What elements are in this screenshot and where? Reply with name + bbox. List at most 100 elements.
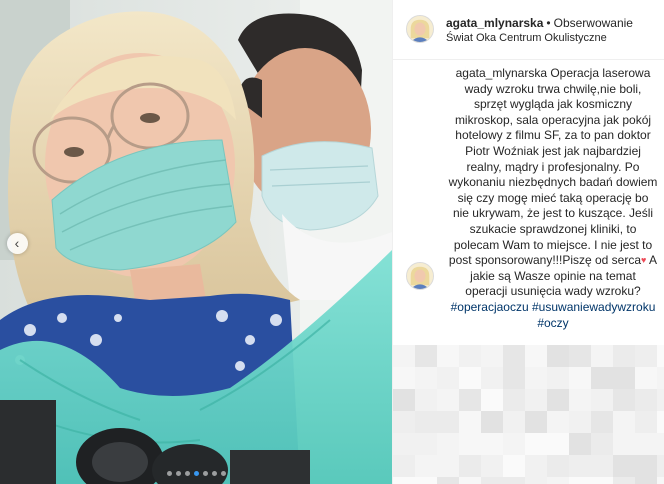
pixelated-block (481, 411, 503, 433)
carousel-indicator (0, 471, 392, 476)
pixelated-block (635, 367, 657, 389)
pixelated-block (525, 389, 547, 411)
pixelated-block (613, 477, 635, 484)
pixelated-block (481, 345, 503, 367)
caption-avatar-icon[interactable] (406, 262, 434, 290)
pixelated-block (635, 345, 657, 367)
pixelated-block (503, 367, 525, 389)
pixelated-block (569, 367, 591, 389)
post-caption: agata_mlynarska Operacja laserowa wady w… (448, 66, 658, 331)
header-user-line: agata_mlynarska • Obserwowanie (446, 16, 633, 30)
pixelated-block (437, 477, 459, 484)
carousel-prev-button[interactable]: ‹ (7, 233, 28, 254)
pixelated-block (481, 455, 503, 477)
pixelated-block (591, 455, 613, 477)
pixelated-block (393, 455, 415, 477)
pixelated-block (569, 477, 591, 484)
pixelated-block (459, 367, 481, 389)
pixelated-block (393, 433, 415, 455)
post-photo: ‹ (0, 0, 392, 484)
pixelated-block (613, 345, 635, 367)
pixelated-block (415, 411, 437, 433)
pixelated-block (503, 345, 525, 367)
pixelated-block (657, 389, 664, 411)
pixelated-block (635, 433, 657, 455)
pixelated-block (569, 389, 591, 411)
pixelated-block (415, 455, 437, 477)
post-image (0, 0, 392, 484)
pixelated-block (657, 433, 664, 455)
pixelated-block (525, 411, 547, 433)
pixelated-block (635, 477, 657, 484)
pixelated-block (635, 411, 657, 433)
pixelated-block (547, 477, 569, 484)
pixelated-block (635, 389, 657, 411)
caption-text: Operacja laserowa wady wzroku trwa chwil… (448, 66, 658, 268)
username-link[interactable]: agata_mlynarska (446, 16, 543, 30)
pixelated-block (459, 433, 481, 455)
pixelated-block (415, 345, 437, 367)
pixelated-block (547, 345, 569, 367)
pixelated-block (503, 433, 525, 455)
pixelated-block (591, 345, 613, 367)
pixelated-block (415, 389, 437, 411)
pixelated-block (591, 389, 613, 411)
pixelated-block (481, 367, 503, 389)
pixelated-block (503, 455, 525, 477)
pixelated-block (459, 389, 481, 411)
pixelated-block (547, 455, 569, 477)
hashtag-link[interactable]: #oczy (537, 316, 568, 330)
pixelated-block (459, 455, 481, 477)
pixelated-block (547, 389, 569, 411)
pixelated-block (481, 433, 503, 455)
pixelated-block (503, 389, 525, 411)
pixelated-block (503, 411, 525, 433)
header-separator: • (546, 16, 551, 30)
profile-avatar-icon[interactable] (406, 15, 434, 43)
pixelated-block (503, 477, 525, 484)
pixelated-block (437, 433, 459, 455)
carousel-dot (202, 471, 208, 476)
pixelated-block (393, 367, 415, 389)
pixelated-block (547, 367, 569, 389)
pixelated-block (393, 477, 415, 484)
pixelated-block (459, 411, 481, 433)
pixelated-block (547, 433, 569, 455)
pixelated-block (437, 367, 459, 389)
pixelated-block (613, 389, 635, 411)
pixelated-block (591, 477, 613, 484)
carousel-dot (211, 471, 217, 476)
pixelated-block (415, 367, 437, 389)
pixelated-block (393, 411, 415, 433)
pixelated-block (657, 411, 664, 433)
pixelated-block (415, 433, 437, 455)
pixelated-block (415, 477, 437, 484)
carousel-dot (166, 471, 172, 476)
pixelated-block (613, 455, 635, 477)
pixelated-block (459, 477, 481, 484)
caption-username-link[interactable]: agata_mlynarska (456, 66, 547, 80)
carousel-dot (193, 471, 199, 476)
location-link[interactable]: Świat Oka Centrum Okulistyczne (446, 32, 607, 44)
pixelated-block (591, 433, 613, 455)
post-side-panel: agata_mlynarska • Obserwowanie Świat Oka C… (392, 0, 664, 484)
pixelated-block (657, 345, 664, 367)
pixelated-block (569, 345, 591, 367)
pixelated-comments-area (393, 345, 664, 484)
pixelated-block (525, 433, 547, 455)
chevron-left-icon: ‹ (14, 234, 20, 251)
pixelated-block (569, 455, 591, 477)
hashtag-link[interactable]: #operacjaoczu (451, 300, 529, 314)
pixelated-block (393, 345, 415, 367)
pixelated-block (569, 433, 591, 455)
following-button[interactable]: Obserwowanie (554, 16, 633, 30)
carousel-dot (175, 471, 181, 476)
pixelated-block (525, 455, 547, 477)
pixelated-block (525, 367, 547, 389)
pixelated-block (481, 477, 503, 484)
pixelated-block (525, 477, 547, 484)
carousel-dot (220, 471, 226, 476)
pixelated-block (437, 411, 459, 433)
hashtag-link[interactable]: #usuwaniewadywzroku (532, 300, 655, 314)
pixelated-block (613, 367, 635, 389)
